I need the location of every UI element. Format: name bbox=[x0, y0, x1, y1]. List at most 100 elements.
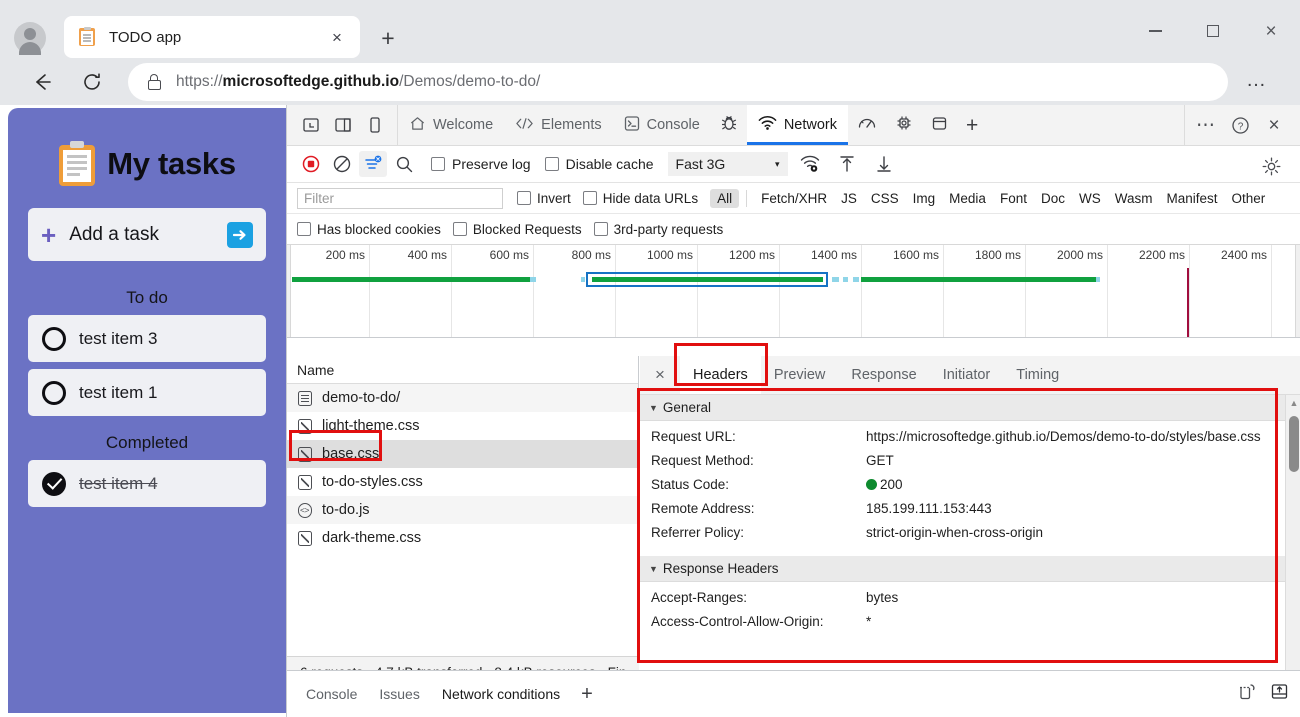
page-viewport: My tasks + Add a task To do test item 3 bbox=[0, 105, 286, 717]
checkbox-box bbox=[452, 222, 467, 236]
blocked-requests-checkbox[interactable]: Blocked Requests bbox=[452, 222, 582, 237]
preserve-log-checkbox[interactable]: Preserve log bbox=[431, 156, 531, 172]
filter-input[interactable]: Filter bbox=[297, 187, 503, 209]
section-completed: Completed test item 4 bbox=[8, 433, 286, 507]
tab-debugger[interactable] bbox=[711, 105, 747, 145]
list-item[interactable]: test item 1 bbox=[28, 369, 266, 416]
type-filter-ws[interactable]: WS bbox=[1072, 189, 1108, 208]
maximize-icon[interactable] bbox=[1190, 14, 1236, 48]
disable-cache-checkbox[interactable]: Disable cache bbox=[544, 156, 654, 172]
triangle-down-icon: ▼ bbox=[649, 563, 658, 574]
add-panel-button[interactable]: + bbox=[957, 105, 987, 145]
type-filter-js[interactable]: JS bbox=[834, 189, 864, 208]
help-icon[interactable]: ? bbox=[1223, 110, 1257, 140]
scrollbar-thumb[interactable] bbox=[1289, 416, 1299, 472]
checkbox-box bbox=[582, 191, 597, 205]
lock-icon bbox=[146, 73, 162, 91]
type-filter-doc[interactable]: Doc bbox=[1034, 189, 1072, 208]
new-tab-button[interactable]: + bbox=[373, 23, 403, 53]
table-row[interactable]: light-theme.css bbox=[287, 412, 638, 440]
request-column-header[interactable]: Name bbox=[287, 356, 638, 384]
third-party-requests-checkbox[interactable]: 3rd-party requests bbox=[593, 222, 723, 237]
svg-text:?: ? bbox=[1237, 121, 1243, 132]
request-name: to-do-styles.css bbox=[322, 474, 423, 490]
tab-headers[interactable]: Headers bbox=[680, 356, 761, 394]
browser-tab[interactable]: TODO app × bbox=[64, 16, 360, 58]
type-filter-fetch-xhr[interactable]: Fetch/XHR bbox=[754, 189, 834, 208]
overview-right-handle[interactable] bbox=[1295, 245, 1300, 337]
checkbox-circle-icon[interactable] bbox=[42, 380, 66, 405]
table-row[interactable]: demo-to-do/ bbox=[287, 384, 638, 412]
tab-console[interactable]: Console bbox=[613, 105, 711, 145]
response-headers-section-header[interactable]: ▼ Response Headers bbox=[640, 556, 1285, 582]
tab-elements[interactable]: Elements bbox=[504, 105, 612, 145]
checkbox-circle-icon[interactable] bbox=[42, 326, 66, 351]
clear-icon[interactable] bbox=[328, 151, 356, 177]
drawer-tab-console[interactable]: Console bbox=[295, 681, 368, 707]
tab-welcome[interactable]: Welcome bbox=[398, 105, 504, 145]
scroll-up-icon[interactable]: ▲ bbox=[1286, 395, 1300, 411]
throttling-select[interactable]: Fast 3G ▾ bbox=[667, 152, 788, 176]
close-devtools-icon[interactable]: × bbox=[1257, 110, 1291, 140]
dock-right-icon[interactable] bbox=[327, 110, 359, 140]
type-filter-css[interactable]: CSS bbox=[864, 189, 906, 208]
tab-application[interactable] bbox=[922, 105, 957, 145]
export-har-icon[interactable] bbox=[870, 151, 898, 177]
dock-undock-icon[interactable] bbox=[295, 110, 327, 140]
list-item[interactable]: test item 4 bbox=[28, 460, 266, 507]
add-task-input[interactable]: + Add a task bbox=[28, 208, 266, 261]
tab-timing[interactable]: Timing bbox=[1003, 356, 1072, 394]
filter-icon[interactable] bbox=[359, 151, 387, 177]
header-value: bytes bbox=[866, 590, 899, 605]
tab-memory[interactable] bbox=[886, 105, 922, 145]
address-bar[interactable]: https://microsoftedge.github.io/Demos/de… bbox=[128, 63, 1228, 101]
tab-initiator[interactable]: Initiator bbox=[930, 356, 1004, 394]
table-row[interactable]: to-do-styles.css bbox=[287, 468, 638, 496]
search-icon[interactable] bbox=[390, 151, 418, 177]
type-filter-font[interactable]: Font bbox=[993, 189, 1034, 208]
profile-avatar[interactable] bbox=[14, 22, 46, 55]
detail-scrollbar[interactable]: ▲ ▼ bbox=[1285, 395, 1300, 687]
overview-left-handle[interactable] bbox=[287, 245, 291, 337]
type-filter-wasm[interactable]: Wasm bbox=[1108, 189, 1160, 208]
record-stop-icon[interactable] bbox=[297, 151, 325, 177]
tab-preview[interactable]: Preview bbox=[761, 356, 839, 394]
drawer-tab-network-conditions[interactable]: Network conditions bbox=[430, 681, 572, 707]
tab-response[interactable]: Response bbox=[838, 356, 929, 394]
invert-checkbox[interactable]: Invert bbox=[517, 191, 571, 206]
close-detail-icon[interactable]: × bbox=[640, 356, 680, 394]
dock-bottom-icon[interactable] bbox=[359, 110, 391, 140]
wifi-settings-icon[interactable] bbox=[796, 151, 824, 177]
gear-icon[interactable] bbox=[1257, 153, 1285, 179]
browser-more-icon[interactable]: … bbox=[1246, 70, 1268, 90]
type-filter-media[interactable]: Media bbox=[942, 189, 993, 208]
has-blocked-cookies-checkbox[interactable]: Has blocked cookies bbox=[297, 222, 441, 237]
tab-performance[interactable] bbox=[848, 105, 886, 145]
drawer-tab-issues[interactable]: Issues bbox=[368, 681, 430, 707]
submit-task-button[interactable] bbox=[227, 221, 253, 248]
more-options-icon[interactable]: ⋯ bbox=[1189, 110, 1223, 140]
type-filter-img[interactable]: Img bbox=[906, 189, 943, 208]
status-code: 200 bbox=[880, 477, 903, 492]
import-har-icon[interactable] bbox=[833, 151, 861, 177]
table-row[interactable]: base.css bbox=[287, 440, 638, 468]
general-section-header[interactable]: ▼ General bbox=[640, 395, 1285, 421]
table-row[interactable]: dark-theme.css bbox=[287, 524, 638, 552]
close-tab-icon[interactable]: × bbox=[324, 24, 350, 50]
tab-network[interactable]: Network bbox=[746, 105, 849, 145]
type-filter-all[interactable]: All bbox=[710, 188, 740, 208]
reload-icon[interactable] bbox=[72, 62, 112, 102]
clear-console-icon[interactable] bbox=[1237, 682, 1256, 706]
dock-drawer-icon[interactable] bbox=[1270, 682, 1289, 706]
type-filter-other[interactable]: Other bbox=[1225, 189, 1273, 208]
hide-data-urls-checkbox[interactable]: Hide data URLs bbox=[582, 191, 698, 206]
type-filter-manifest[interactable]: Manifest bbox=[1159, 189, 1224, 208]
drawer-add-tab-button[interactable]: + bbox=[571, 683, 603, 706]
network-overview-timeline[interactable]: 200 ms 400 ms 600 ms 800 ms 1000 ms 1200… bbox=[287, 245, 1300, 338]
back-icon[interactable] bbox=[22, 62, 62, 102]
minimize-icon[interactable] bbox=[1132, 14, 1178, 48]
close-window-icon[interactable]: × bbox=[1248, 14, 1294, 48]
table-row[interactable]: <> to-do.js bbox=[287, 496, 638, 524]
checkbox-checked-icon[interactable] bbox=[42, 471, 66, 496]
list-item[interactable]: test item 3 bbox=[28, 315, 266, 362]
